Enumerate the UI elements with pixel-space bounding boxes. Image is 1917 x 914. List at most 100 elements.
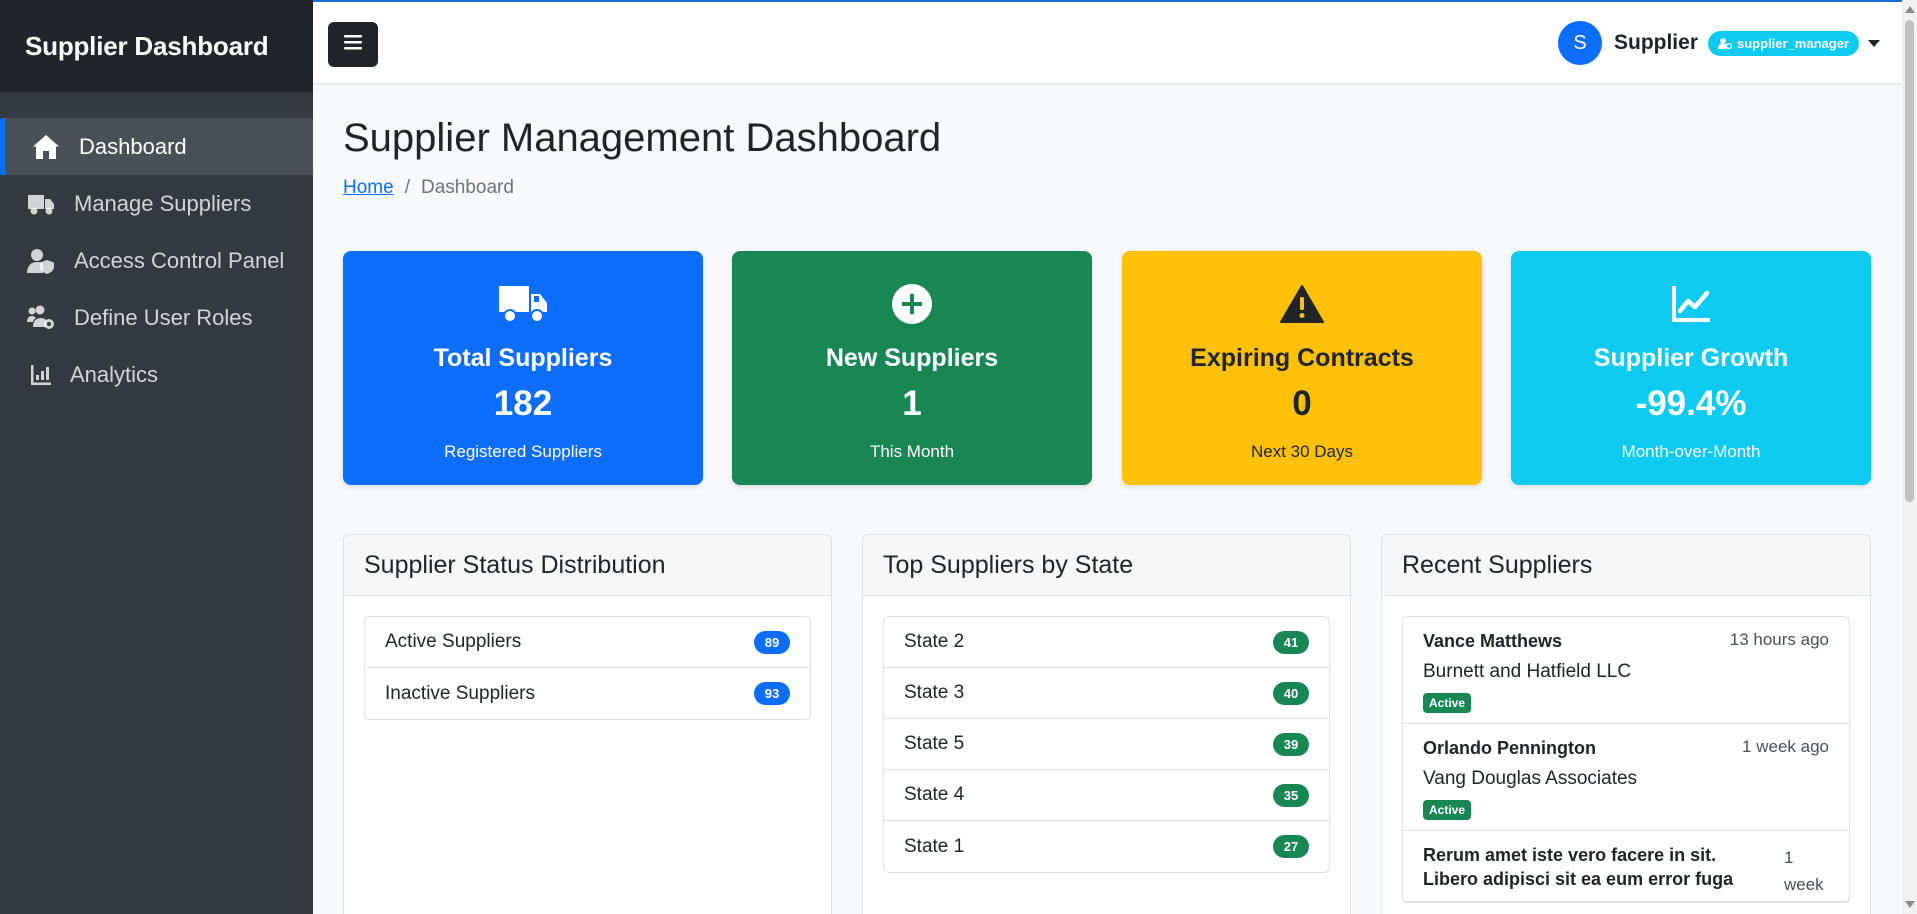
sidebar-item-manage-suppliers[interactable]: Manage Suppliers bbox=[0, 175, 313, 232]
status-list: Active Suppliers 89 Inactive Suppliers 9… bbox=[364, 616, 811, 720]
hamburger-icon bbox=[344, 34, 362, 55]
list-item-label: State 3 bbox=[904, 682, 965, 703]
count-badge: 39 bbox=[1273, 732, 1309, 756]
stat-title: New Suppliers bbox=[825, 344, 999, 372]
scroll-up-arrow-icon[interactable] bbox=[1905, 6, 1915, 13]
breadcrumb: Home / Dashboard bbox=[343, 177, 1871, 199]
chart-bar-icon bbox=[26, 360, 56, 390]
stat-title: Supplier Growth bbox=[1593, 344, 1789, 372]
sidebar-item-label: Dashboard bbox=[79, 133, 187, 159]
sidebar-item-dashboard[interactable]: Dashboard bbox=[0, 118, 313, 175]
user-name[interactable]: Supplier bbox=[1614, 31, 1698, 55]
avatar[interactable]: S bbox=[1557, 21, 1602, 65]
sidebar-item-label: Analytics bbox=[70, 361, 159, 387]
sidebar: Supplier Dashboard Dashboard Manage Supp… bbox=[0, 0, 313, 914]
sidebar-item-define-roles[interactable]: Define User Roles bbox=[0, 289, 313, 346]
chevron-down-icon[interactable] bbox=[1868, 39, 1880, 47]
page-title: Supplier Management Dashboard bbox=[343, 116, 942, 160]
recent-suppliers-list: Vance Matthews 13 hours ago Burnett and … bbox=[1402, 616, 1850, 903]
list-item-label: Active Suppliers bbox=[385, 631, 522, 652]
count-badge: 40 bbox=[1273, 681, 1309, 705]
list-item-label: State 1 bbox=[904, 835, 965, 857]
count-badge: 93 bbox=[754, 682, 790, 705]
page-scrollbar[interactable] bbox=[1902, 0, 1917, 914]
supplier-name: Rerum amet iste vero facere in sit. Libe… bbox=[1423, 845, 1734, 889]
stat-card-total-suppliers[interactable]: Total Suppliers 182 Registered Suppliers bbox=[343, 251, 703, 485]
breadcrumb-home-link[interactable]: Home bbox=[343, 177, 394, 199]
stat-subtitle: Next 30 Days bbox=[1250, 442, 1354, 461]
panel-title: Recent Suppliers bbox=[1382, 535, 1870, 596]
supplier-name: Orlando Pennington bbox=[1423, 738, 1596, 758]
timestamp: 1 week ago bbox=[1742, 737, 1829, 756]
top-suppliers-by-state-panel: Top Suppliers by State State 2 41 State … bbox=[862, 534, 1351, 914]
sidebar-item-label: Manage Suppliers bbox=[74, 190, 252, 216]
top-navbar: S Supplier supplier_manager bbox=[313, 0, 1902, 83]
list-item-label: State 4 bbox=[904, 784, 965, 805]
role-label: supplier_manager bbox=[1737, 35, 1849, 51]
list-item[interactable]: Vance Matthews 13 hours ago Burnett and … bbox=[1403, 617, 1849, 724]
panel-title: Supplier Status Distribution bbox=[344, 535, 831, 596]
sidebar-item-label: Define User Roles bbox=[74, 304, 253, 330]
list-item-label: State 5 bbox=[904, 733, 965, 754]
stat-title: Expiring Contracts bbox=[1190, 344, 1414, 372]
timestamp: 1 week bbox=[1784, 848, 1824, 894]
list-item[interactable]: State 2 41 bbox=[884, 617, 1329, 668]
sidebar-item-label: Access Control Panel bbox=[74, 247, 285, 273]
stat-value: 1 bbox=[902, 384, 922, 423]
stat-value: 0 bbox=[1292, 384, 1312, 423]
user-tag-icon bbox=[1718, 37, 1732, 49]
list-item[interactable]: Inactive Suppliers 93 bbox=[365, 668, 810, 719]
supplier-name: Vance Matthews bbox=[1423, 631, 1563, 651]
sidebar-brand[interactable]: Supplier Dashboard bbox=[0, 0, 313, 92]
sidebar-item-access-control[interactable]: Access Control Panel bbox=[0, 232, 313, 289]
company-name: Burnett and Hatfield LLC bbox=[1423, 661, 1632, 682]
stat-subtitle: Registered Suppliers bbox=[444, 442, 602, 461]
breadcrumb-separator: / bbox=[404, 177, 410, 198]
company-name: Vang Douglas Associates bbox=[1423, 768, 1638, 789]
user-menu[interactable]: S Supplier supplier_manager bbox=[1557, 21, 1880, 65]
list-item[interactable]: State 4 35 bbox=[884, 770, 1329, 821]
state-list: State 2 41 State 3 40 State 5 39 State 4… bbox=[883, 616, 1330, 873]
recent-suppliers-panel: Recent Suppliers Vance Matthews 13 hours… bbox=[1381, 534, 1871, 914]
plus-circle-icon bbox=[732, 282, 1092, 326]
count-badge: 89 bbox=[754, 630, 790, 654]
home-icon bbox=[31, 132, 61, 162]
stat-card-expiring-contracts[interactable]: Expiring Contracts 0 Next 30 Days bbox=[1122, 251, 1482, 485]
list-item-label: State 2 bbox=[904, 631, 965, 652]
sidebar-item-analytics[interactable]: Analytics bbox=[0, 346, 313, 403]
chart-line-icon bbox=[1511, 282, 1871, 326]
list-item[interactable]: Active Suppliers 89 bbox=[365, 617, 810, 668]
warning-icon bbox=[1122, 282, 1482, 326]
stat-value: -99.4% bbox=[1635, 384, 1747, 423]
status-badge: Active bbox=[1423, 800, 1472, 820]
scroll-thumb[interactable] bbox=[1905, 20, 1914, 502]
list-item[interactable]: State 3 40 bbox=[884, 668, 1329, 719]
list-item[interactable]: Orlando Pennington 1 week ago Vang Dougl… bbox=[1403, 724, 1849, 831]
stat-value: 182 bbox=[493, 384, 553, 423]
brand-title: Supplier Dashboard bbox=[25, 30, 269, 61]
truck-icon bbox=[26, 189, 56, 219]
stat-subtitle: This Month bbox=[869, 442, 955, 461]
stat-cards: Total Suppliers 182 Registered Suppliers… bbox=[343, 251, 1871, 485]
main-content: Supplier Management Dashboard Home / Das… bbox=[343, 83, 1871, 914]
count-badge: 27 bbox=[1273, 835, 1309, 858]
scroll-down-arrow-icon[interactable] bbox=[1905, 901, 1915, 908]
sidebar-nav: Dashboard Manage Suppliers Access Contro… bbox=[0, 118, 313, 403]
status-distribution-panel: Supplier Status Distribution Active Supp… bbox=[343, 534, 832, 914]
breadcrumb-current: Dashboard bbox=[420, 177, 514, 198]
timestamp: 13 hours ago bbox=[1729, 630, 1829, 649]
status-badge: Active bbox=[1423, 693, 1472, 713]
list-item[interactable]: Rerum amet iste vero facere in sit. Libe… bbox=[1403, 831, 1849, 902]
stat-title: Total Suppliers bbox=[433, 344, 613, 372]
stat-card-supplier-growth[interactable]: Supplier Growth -99.4% Month-over-Month bbox=[1511, 251, 1871, 485]
count-badge: 41 bbox=[1273, 630, 1309, 654]
users-cog-icon bbox=[26, 303, 56, 333]
role-badge: supplier_manager bbox=[1708, 30, 1859, 56]
stat-card-new-suppliers[interactable]: New Suppliers 1 This Month bbox=[732, 251, 1092, 485]
user-shield-icon bbox=[26, 246, 56, 276]
list-item[interactable]: State 1 27 bbox=[884, 821, 1329, 872]
list-item[interactable]: State 5 39 bbox=[884, 719, 1329, 770]
sidebar-toggle-button[interactable] bbox=[328, 22, 378, 67]
count-badge: 35 bbox=[1273, 783, 1309, 807]
truck-icon bbox=[343, 282, 703, 326]
